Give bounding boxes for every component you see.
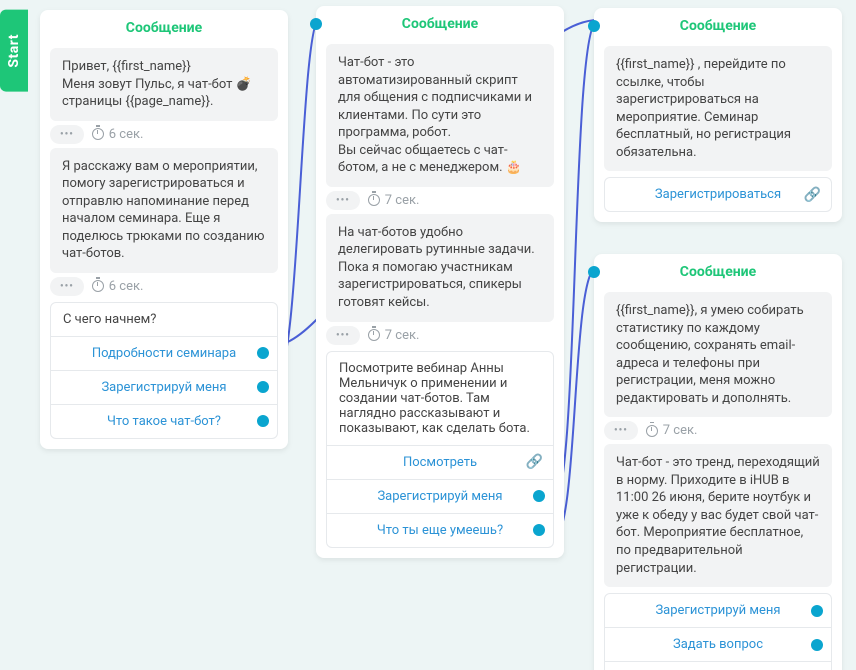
flow-node-4[interactable]: Сообщение {{first_name}}, я умею собират… [594, 254, 842, 670]
delay-value: 7 сек. [385, 328, 420, 343]
ellipsis-icon: ••• [604, 421, 638, 440]
stopwatch-icon [368, 329, 380, 341]
ellipsis-icon: ••• [50, 125, 84, 144]
ellipsis-icon: ••• [50, 277, 84, 296]
choice-button[interactable]: Что такое чат-бот? [51, 404, 277, 438]
stopwatch-icon [646, 425, 658, 437]
message-block: {{first_name}} , перейдите по ссылке, чт… [604, 46, 832, 171]
node-title: Сообщение [126, 20, 202, 36]
node-header: Сообщение [316, 6, 564, 40]
in-port-icon[interactable] [588, 20, 600, 32]
out-port-icon[interactable] [811, 639, 823, 651]
choice-button[interactable]: Зарегистрируй меня [51, 370, 277, 404]
choice-list: С чего начнем? Подробности семинара Заре… [50, 302, 278, 439]
choice-button[interactable]: Задать вопрос [605, 627, 831, 661]
stopwatch-icon [92, 128, 104, 140]
choice-button[interactable]: Зарегистрируй меня [605, 594, 831, 627]
stopwatch-icon [368, 194, 380, 206]
message-block: На чат-ботов удобно делегировать рутинны… [326, 214, 554, 322]
delay-row: ••• 7 сек. [604, 421, 832, 440]
out-port-icon[interactable] [811, 605, 823, 617]
stopwatch-icon [92, 280, 104, 292]
delay-value: 6 сек. [109, 127, 144, 142]
flow-node-1[interactable]: Сообщение Привет, {{first_name}} Меня зо… [40, 10, 288, 449]
in-port-icon[interactable] [310, 18, 322, 30]
prompt-text: Посмотрите вебинар Анны Мельничук о прим… [327, 352, 553, 445]
out-port-icon[interactable] [533, 490, 545, 502]
choice-button[interactable]: Зарегистрируй меня [327, 479, 553, 513]
message-block: Я расскажу вам о мероприятии, помогу зар… [50, 148, 278, 273]
delay-row: ••• 6 сек. [50, 277, 278, 296]
node-header: Сообщение [594, 8, 842, 42]
flow-node-2[interactable]: Сообщение Чат-бот - это автоматизированн… [316, 6, 564, 558]
message-block: Привет, {{first_name}} Меня зовут Пульс,… [50, 48, 278, 121]
start-tab[interactable]: Start [0, 10, 28, 92]
node-title: Сообщение [402, 16, 478, 32]
link-icon: 🔗 [804, 187, 821, 203]
choice-list: Зарегистрируй меня Задать вопрос Програм… [604, 593, 832, 670]
node-title: Сообщение [680, 264, 756, 280]
node-header: Сообщение [40, 10, 288, 44]
out-port-icon[interactable] [257, 415, 269, 427]
ellipsis-icon: ••• [326, 326, 360, 345]
out-port-icon[interactable] [257, 381, 269, 393]
delay-value: 6 сек. [109, 279, 144, 294]
in-port-icon[interactable] [588, 266, 600, 278]
message-block: Чат-бот - это тренд, переходящий в норму… [604, 444, 832, 587]
choice-button[interactable]: Что ты еще умеешь? [327, 513, 553, 547]
link-icon: 🔗 [526, 454, 543, 470]
message-block: Чат-бот - это автоматизированный скрипт … [326, 44, 554, 187]
prompt-text: С чего начнем? [51, 303, 277, 336]
node-title: Сообщение [680, 18, 756, 34]
out-port-icon[interactable] [257, 347, 269, 359]
ellipsis-icon: ••• [326, 191, 360, 210]
choice-button[interactable]: Посмотреть🔗 [327, 445, 553, 479]
delay-row: ••• 7 сек. [326, 191, 554, 210]
delay-value: 7 сек. [663, 423, 698, 438]
delay-row: ••• 6 сек. [50, 125, 278, 144]
delay-value: 7 сек. [385, 193, 420, 208]
choice-button[interactable]: Программа [605, 661, 831, 670]
message-block: {{first_name}}, я умею собирать статисти… [604, 292, 832, 417]
node-header: Сообщение [594, 254, 842, 288]
out-port-icon[interactable] [533, 524, 545, 536]
choice-list: Посмотрите вебинар Анны Мельничук о прим… [326, 351, 554, 548]
choice-button[interactable]: Подробности семинара [51, 336, 277, 370]
flow-node-3[interactable]: Сообщение {{first_name}} , перейдите по … [594, 8, 842, 222]
register-button[interactable]: Зарегистрироваться 🔗 [604, 177, 832, 212]
delay-row: ••• 7 сек. [326, 326, 554, 345]
